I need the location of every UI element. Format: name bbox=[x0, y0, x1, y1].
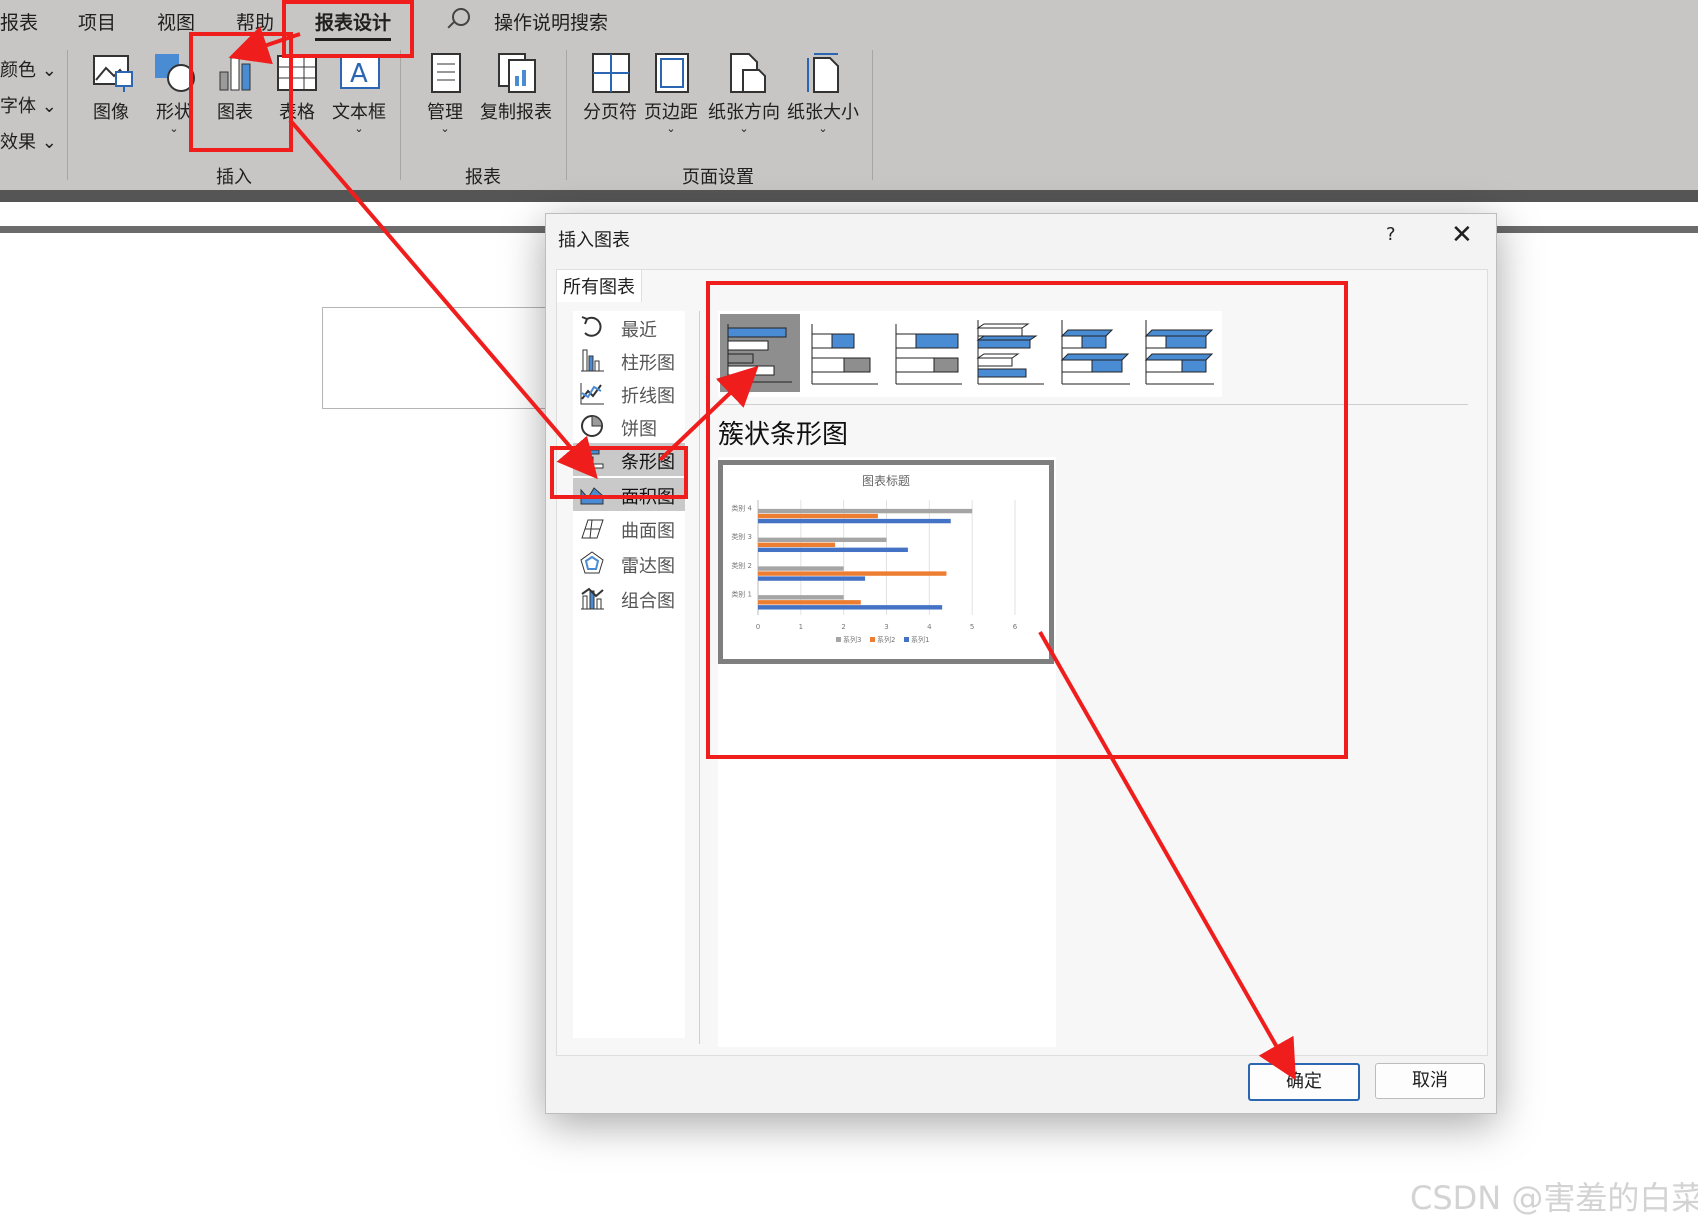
category-surface[interactable]: 曲面图 bbox=[573, 512, 685, 545]
manage-button[interactable]: 管理 ⌄ bbox=[410, 52, 480, 134]
paper-size-icon bbox=[802, 52, 844, 94]
chevron-down-icon: ⌄ bbox=[354, 122, 364, 135]
chevron-down-icon: ⌄ bbox=[818, 122, 828, 135]
category-radar[interactable]: 雷达图 bbox=[573, 547, 685, 580]
copy-report-label: 复制报表 bbox=[480, 102, 552, 123]
manage-icon bbox=[424, 52, 466, 94]
cancel-button[interactable]: 取消 bbox=[1375, 1063, 1485, 1099]
annotation-box-bar-category bbox=[550, 446, 688, 499]
orientation-icon bbox=[723, 52, 766, 94]
category-label: 柱形图 bbox=[621, 353, 675, 374]
group-separator bbox=[872, 50, 873, 180]
annotation-box-report-design-tab bbox=[282, 0, 414, 58]
tab-view[interactable]: 视图 bbox=[157, 8, 195, 35]
surface-chart-icon bbox=[579, 516, 605, 540]
textbox-icon: A bbox=[338, 52, 380, 94]
group-separator bbox=[67, 50, 68, 180]
image-label: 图像 bbox=[93, 102, 129, 123]
image-icon bbox=[90, 52, 133, 94]
category-label: 曲面图 bbox=[621, 521, 675, 542]
undo-icon bbox=[579, 315, 605, 339]
manage-label: 管理 bbox=[427, 102, 463, 123]
help-icon[interactable]: ? bbox=[1386, 224, 1396, 245]
radar-chart-icon bbox=[579, 551, 605, 575]
font-label: 字体 bbox=[0, 96, 36, 117]
textbox-label: 文本框 bbox=[332, 102, 386, 123]
chevron-down-icon: ⌄ bbox=[739, 122, 749, 135]
chevron-down-icon: ⌄ bbox=[440, 122, 450, 135]
category-line[interactable]: 折线图 bbox=[573, 377, 685, 410]
column-chart-icon bbox=[579, 348, 605, 372]
category-label: 雷达图 bbox=[621, 556, 675, 577]
tab-all-charts[interactable]: 所有图表 bbox=[556, 269, 642, 302]
combo-chart-icon bbox=[579, 586, 605, 610]
margins-label: 页边距 bbox=[644, 102, 698, 123]
svg-text:A: A bbox=[350, 59, 368, 89]
font-dropdown[interactable]: 字体 ⌄ bbox=[0, 92, 57, 118]
line-chart-icon bbox=[579, 381, 605, 405]
category-recent[interactable]: 最近 bbox=[573, 311, 685, 344]
tab-project[interactable]: 项目 bbox=[78, 8, 116, 35]
pie-chart-icon bbox=[579, 414, 605, 438]
group-label-report: 报表 bbox=[465, 167, 501, 188]
ribbon-bottom-border bbox=[0, 190, 1698, 202]
close-icon[interactable]: ✕ bbox=[1451, 220, 1473, 250]
tab-report[interactable]: 报表 bbox=[0, 8, 38, 35]
group-separator bbox=[400, 50, 401, 180]
margins-button[interactable]: 页边距 ⌄ bbox=[636, 52, 706, 134]
category-pie[interactable]: 饼图 bbox=[573, 410, 685, 443]
image-button[interactable]: 图像 bbox=[76, 52, 146, 124]
margins-icon bbox=[650, 52, 692, 94]
panel-divider bbox=[699, 311, 700, 1044]
search-label[interactable]: 操作说明搜索 bbox=[494, 8, 608, 35]
paper-size-button[interactable]: 纸张大小 ⌄ bbox=[785, 52, 861, 134]
copy-report-icon bbox=[495, 52, 537, 94]
annotation-box-subtype-preview bbox=[706, 281, 1348, 759]
tab-help[interactable]: 帮助 bbox=[236, 8, 274, 35]
copy-report-button[interactable]: 复制报表 bbox=[480, 52, 552, 124]
group-separator bbox=[566, 50, 567, 180]
effect-label: 效果 bbox=[0, 132, 36, 153]
category-combo[interactable]: 组合图 bbox=[573, 582, 685, 615]
category-label: 饼图 bbox=[621, 419, 657, 440]
color-dropdown[interactable]: 颜色 ⌄ bbox=[0, 56, 57, 82]
color-label: 颜色 bbox=[0, 60, 36, 81]
group-label-insert: 插入 bbox=[216, 167, 252, 188]
ok-button[interactable]: 确定 bbox=[1248, 1063, 1360, 1101]
page-break-icon bbox=[589, 52, 631, 94]
textbox-button[interactable]: A 文本框 ⌄ bbox=[324, 52, 394, 134]
orientation-label: 纸张方向 bbox=[708, 102, 780, 123]
category-label: 最近 bbox=[621, 320, 657, 341]
category-label: 折线图 bbox=[621, 386, 675, 407]
watermark: CSDN @害羞的白菜 bbox=[1410, 1179, 1698, 1217]
search-icon[interactable] bbox=[452, 8, 470, 26]
chevron-down-icon: ⌄ bbox=[666, 122, 676, 135]
shape-label: 形状 bbox=[156, 102, 192, 123]
report-canvas-box[interactable] bbox=[322, 307, 556, 409]
page-break-label: 分页符 bbox=[583, 102, 637, 123]
page-break-button[interactable]: 分页符 bbox=[575, 52, 645, 124]
category-label: 组合图 bbox=[621, 591, 675, 612]
chart-category-list: 最近 柱形图 折线图 饼图 条形图 面积图 曲面图 雷达图 组合图 bbox=[573, 311, 685, 1038]
category-column[interactable]: 柱形图 bbox=[573, 344, 685, 377]
orientation-button[interactable]: 纸张方向 ⌄ bbox=[706, 52, 782, 134]
effect-dropdown[interactable]: 效果 ⌄ bbox=[0, 128, 57, 154]
paper-size-label: 纸张大小 bbox=[787, 102, 859, 123]
group-label-page-setup: 页面设置 bbox=[682, 167, 754, 188]
annotation-box-chart-button bbox=[189, 32, 293, 152]
dialog-title: 插入图表 bbox=[558, 230, 630, 251]
